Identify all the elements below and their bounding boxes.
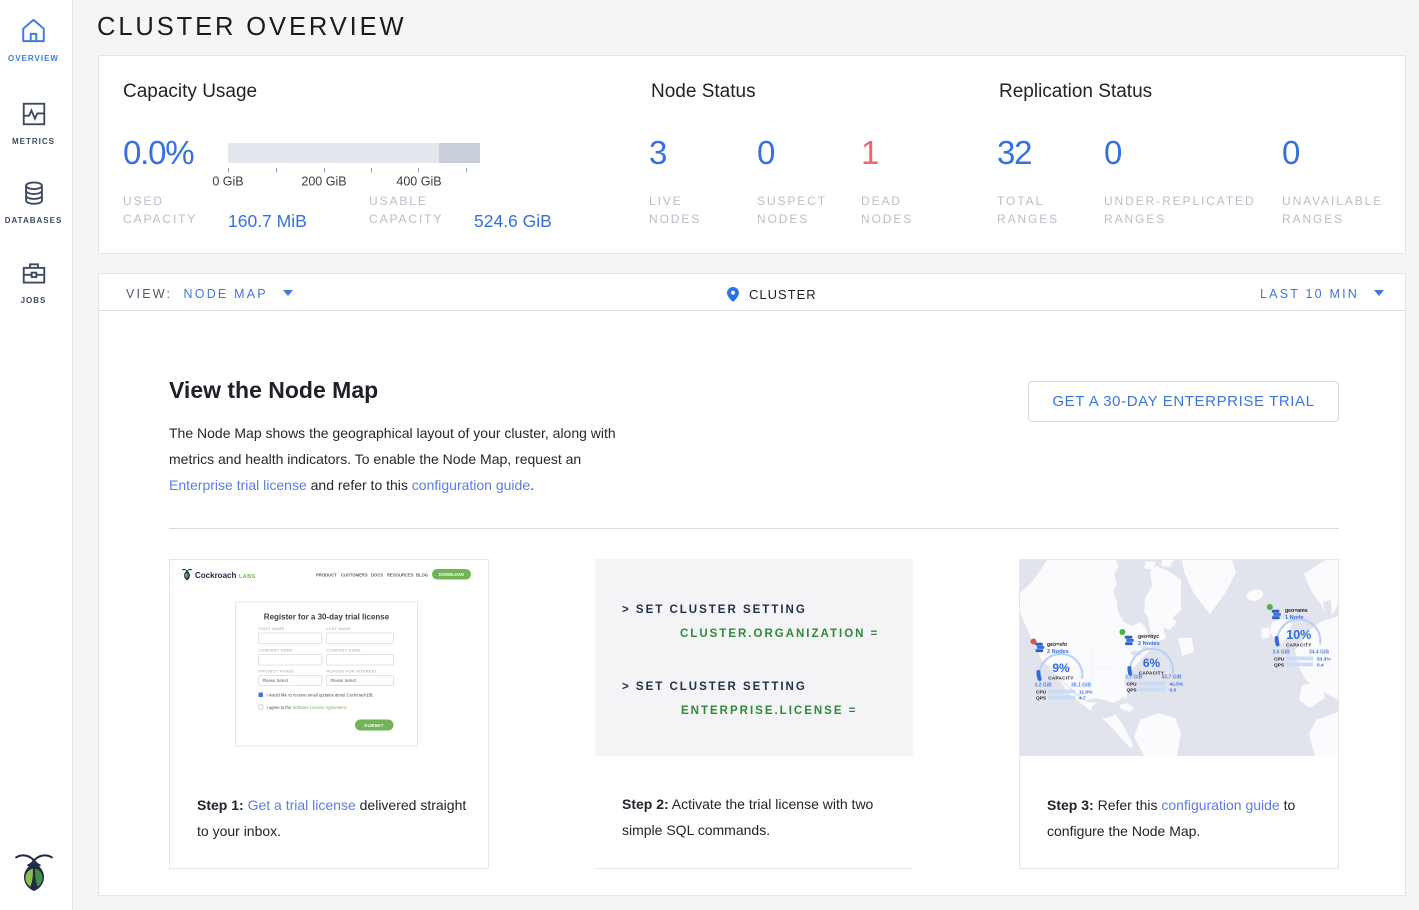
svg-text:DOCS: DOCS — [371, 573, 383, 578]
svg-text:0.0: 0.0 — [1170, 688, 1177, 694]
svg-text:I would like to receive email: I would like to receive email updates ab… — [267, 693, 374, 698]
svg-text:DOWNLOAD: DOWNLOAD — [439, 572, 464, 577]
svg-text:geo=ams: geo=ams — [1285, 608, 1308, 614]
svg-text:PROJECT PHASE: PROJECT PHASE — [259, 670, 295, 674]
svg-text:SUBMIT: SUBMIT — [364, 723, 384, 728]
svg-text:QPS: QPS — [1127, 688, 1138, 694]
svg-text:53.3%: 53.3% — [1317, 657, 1331, 663]
svg-text:42.5%: 42.5% — [1170, 682, 1184, 688]
svg-text:CLUSTER.ORGANIZATION =: CLUSTER.ORGANIZATION = — [680, 628, 879, 640]
svg-text:LABS: LABS — [239, 574, 256, 580]
svg-text:geo=sfo: geo=sfo — [1047, 642, 1067, 648]
svg-text:Please Select: Please Select — [263, 678, 289, 683]
svg-text:Register for a 30-day trial li: Register for a 30-day trial license — [264, 613, 390, 622]
svg-text:400 GiB: 400 GiB — [396, 175, 441, 189]
svg-text:Please Select: Please Select — [331, 678, 357, 683]
svg-text:ENTERPRISE.LICENSE =: ENTERPRISE.LICENSE = — [681, 705, 857, 717]
svg-text:I agree to the Software Licens: I agree to the Software License Agreemen… — [267, 705, 348, 710]
svg-text:BLOG: BLOG — [416, 573, 428, 578]
svg-text:CAPACITY: CAPACITY — [1048, 676, 1074, 681]
svg-text:4.7: 4.7 — [1079, 696, 1086, 702]
svg-text:> SET CLUSTER SETTING: > SET CLUSTER SETTING — [622, 681, 807, 693]
svg-text:10%: 10% — [1286, 628, 1311, 642]
svg-text:COMPANY EMAIL: COMPANY EMAIL — [327, 649, 362, 653]
svg-text:LAST NAME: LAST NAME — [327, 627, 351, 631]
svg-text:6%: 6% — [1143, 656, 1161, 670]
svg-text:200 GiB: 200 GiB — [301, 175, 346, 189]
svg-text:FIRST NAME: FIRST NAME — [259, 627, 285, 631]
svg-text:0 GiB: 0 GiB — [212, 175, 243, 189]
svg-text:3.7 GiB: 3.7 GiB — [1125, 675, 1143, 681]
svg-text:35.1 GiB: 35.1 GiB — [1071, 683, 1091, 689]
svg-text:REASON FOR INTEREST: REASON FOR INTEREST — [327, 670, 378, 674]
svg-text:CAPACITY: CAPACITY — [1286, 643, 1312, 648]
svg-text:CAPACITY: CAPACITY — [1139, 671, 1165, 676]
svg-text:CPU: CPU — [1036, 690, 1047, 696]
svg-text:COMPANY NAME: COMPANY NAME — [259, 649, 294, 653]
svg-text:3.6 GiB: 3.6 GiB — [1273, 650, 1291, 656]
svg-text:QPS: QPS — [1274, 663, 1285, 669]
svg-text:43.7 GiB: 43.7 GiB — [1161, 675, 1181, 681]
svg-text:3.2 GiB: 3.2 GiB — [1035, 683, 1053, 689]
svg-text:0.4: 0.4 — [1317, 663, 1324, 669]
svg-text:CUSTOMERS: CUSTOMERS — [341, 573, 368, 578]
svg-text:PRODUCT: PRODUCT — [316, 573, 337, 578]
svg-text:Cockroach: Cockroach — [195, 571, 236, 580]
svg-text:2 Nodes: 2 Nodes — [1138, 641, 1160, 647]
svg-text:9%: 9% — [1052, 661, 1070, 675]
svg-text:RESOURCES: RESOURCES — [387, 573, 414, 578]
svg-text:34.4 GiB: 34.4 GiB — [1309, 650, 1329, 656]
svg-text:QPS: QPS — [1036, 696, 1047, 702]
svg-text:CPU: CPU — [1274, 657, 1285, 663]
svg-text:> SET CLUSTER SETTING: > SET CLUSTER SETTING — [622, 604, 807, 616]
svg-text:11.0%: 11.0% — [1079, 690, 1093, 696]
svg-text:CPU: CPU — [1127, 682, 1138, 688]
svg-text:geo=nyc: geo=nyc — [1138, 634, 1159, 640]
